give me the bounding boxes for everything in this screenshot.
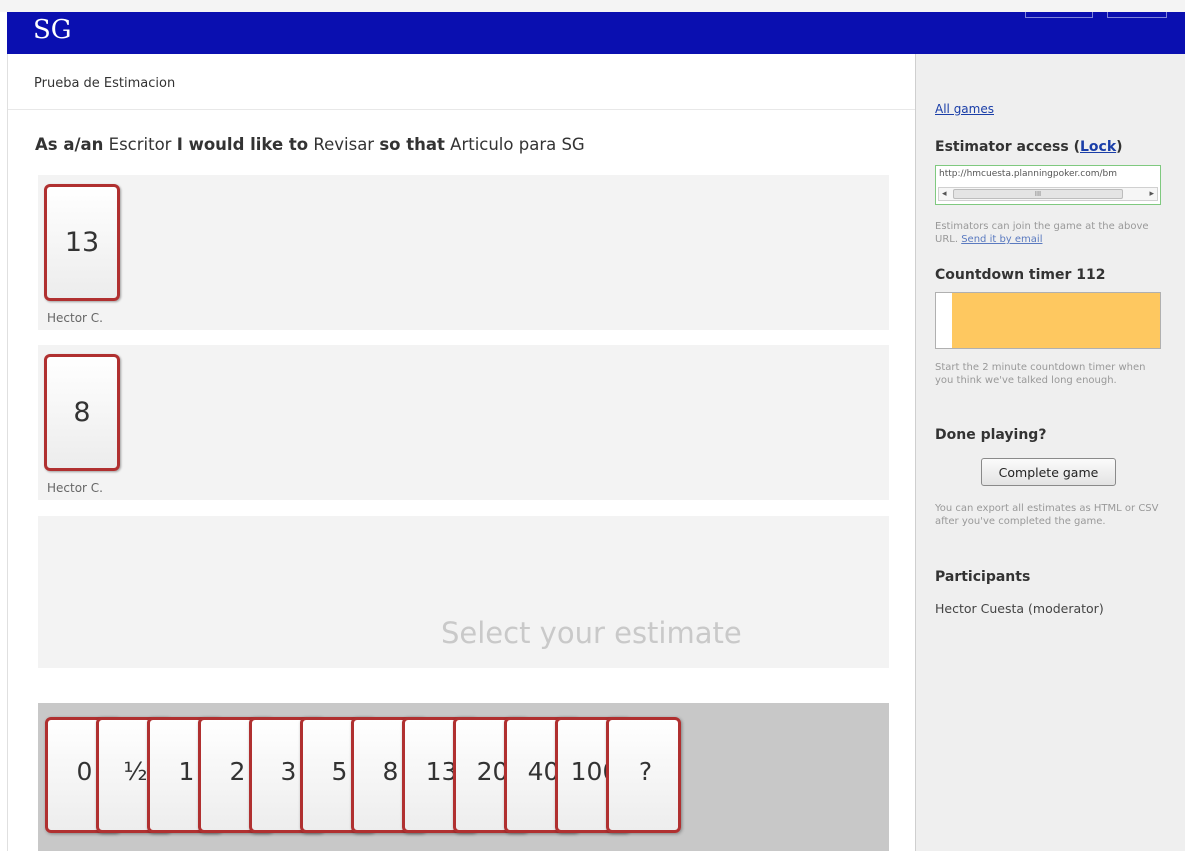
participants-heading: Participants <box>935 569 1031 585</box>
countdown-heading: Countdown timer 112 <box>935 267 1106 283</box>
game-url-field[interactable]: http://hmcuesta.planningpoker.com/bm ◂ I… <box>935 165 1161 205</box>
countdown-hint: Start the 2 minute countdown timer when … <box>935 362 1146 386</box>
logo[interactable]: SG <box>33 15 72 45</box>
game-main: Prueba de Estimacion As a/an Escritor I … <box>7 54 916 851</box>
estimator-access-heading: Estimator access (Lock) <box>935 139 1123 155</box>
estimator-name: Hector C. <box>47 481 103 495</box>
participant-item: Hector Cuesta (moderator) <box>935 601 1104 616</box>
select-estimate-prompt: Select your estimate <box>441 616 742 650</box>
header-tab[interactable] <box>1025 12 1093 18</box>
scroll-left-icon[interactable]: ◂ <box>942 188 947 200</box>
export-hint: You can export all estimates as HTML or … <box>935 503 1159 527</box>
story-role: Escritor <box>108 135 172 154</box>
countdown-timer[interactable] <box>935 292 1161 349</box>
done-playing-heading: Done playing? <box>935 427 1047 443</box>
divider <box>8 109 916 110</box>
estimator-access-label: Estimator access <box>935 139 1069 155</box>
sidebar: All games Estimator access (Lock) http:/… <box>915 54 1185 851</box>
scroll-thumb[interactable]: III <box>953 189 1123 199</box>
game-url-text[interactable]: http://hmcuesta.planningpoker.com/bm <box>939 169 1159 179</box>
game-title: Prueba de Estimacion <box>34 76 176 91</box>
scroll-right-icon[interactable]: ▸ <box>1149 188 1154 200</box>
estimate-card: 8 <box>44 354 120 471</box>
complete-game-button[interactable]: Complete game <box>981 458 1116 486</box>
send-by-email-link[interactable]: Send it by email <box>961 234 1042 245</box>
story-prefix-goal: I would like to <box>176 135 309 154</box>
app-header: SG <box>7 12 1185 54</box>
story-prefix-benefit: so that <box>379 135 445 154</box>
all-games-link[interactable]: All games <box>935 102 994 116</box>
url-scrollbar[interactable]: ◂ III ▸ <box>938 187 1158 201</box>
story-prefix-role: As a/an <box>35 135 104 154</box>
user-story: As a/an Escritor I would like to Revisar… <box>35 135 585 154</box>
pending-estimate-row: Select your estimate <box>38 516 889 668</box>
deck-card-unknown[interactable]: ? <box>606 717 681 833</box>
estimate-card: 13 <box>44 184 120 301</box>
paren-close: ) <box>1116 139 1123 155</box>
access-hint: Estimators can join the game at the abov… <box>935 220 1165 246</box>
estimate-row: 13 Hector C. <box>38 175 889 330</box>
story-benefit: Articulo para SG <box>450 135 585 154</box>
estimate-row: 8 Hector C. <box>38 345 889 500</box>
header-tab[interactable] <box>1107 12 1167 18</box>
browser-top-strip <box>0 0 1185 12</box>
card-deck: 0 ½ 1 2 3 5 8 13 20 40 100 ? <box>38 703 889 851</box>
countdown-timer-fill <box>951 293 1160 348</box>
estimator-name: Hector C. <box>47 311 103 325</box>
lock-link[interactable]: Lock <box>1080 139 1116 155</box>
story-goal: Revisar <box>313 135 375 154</box>
